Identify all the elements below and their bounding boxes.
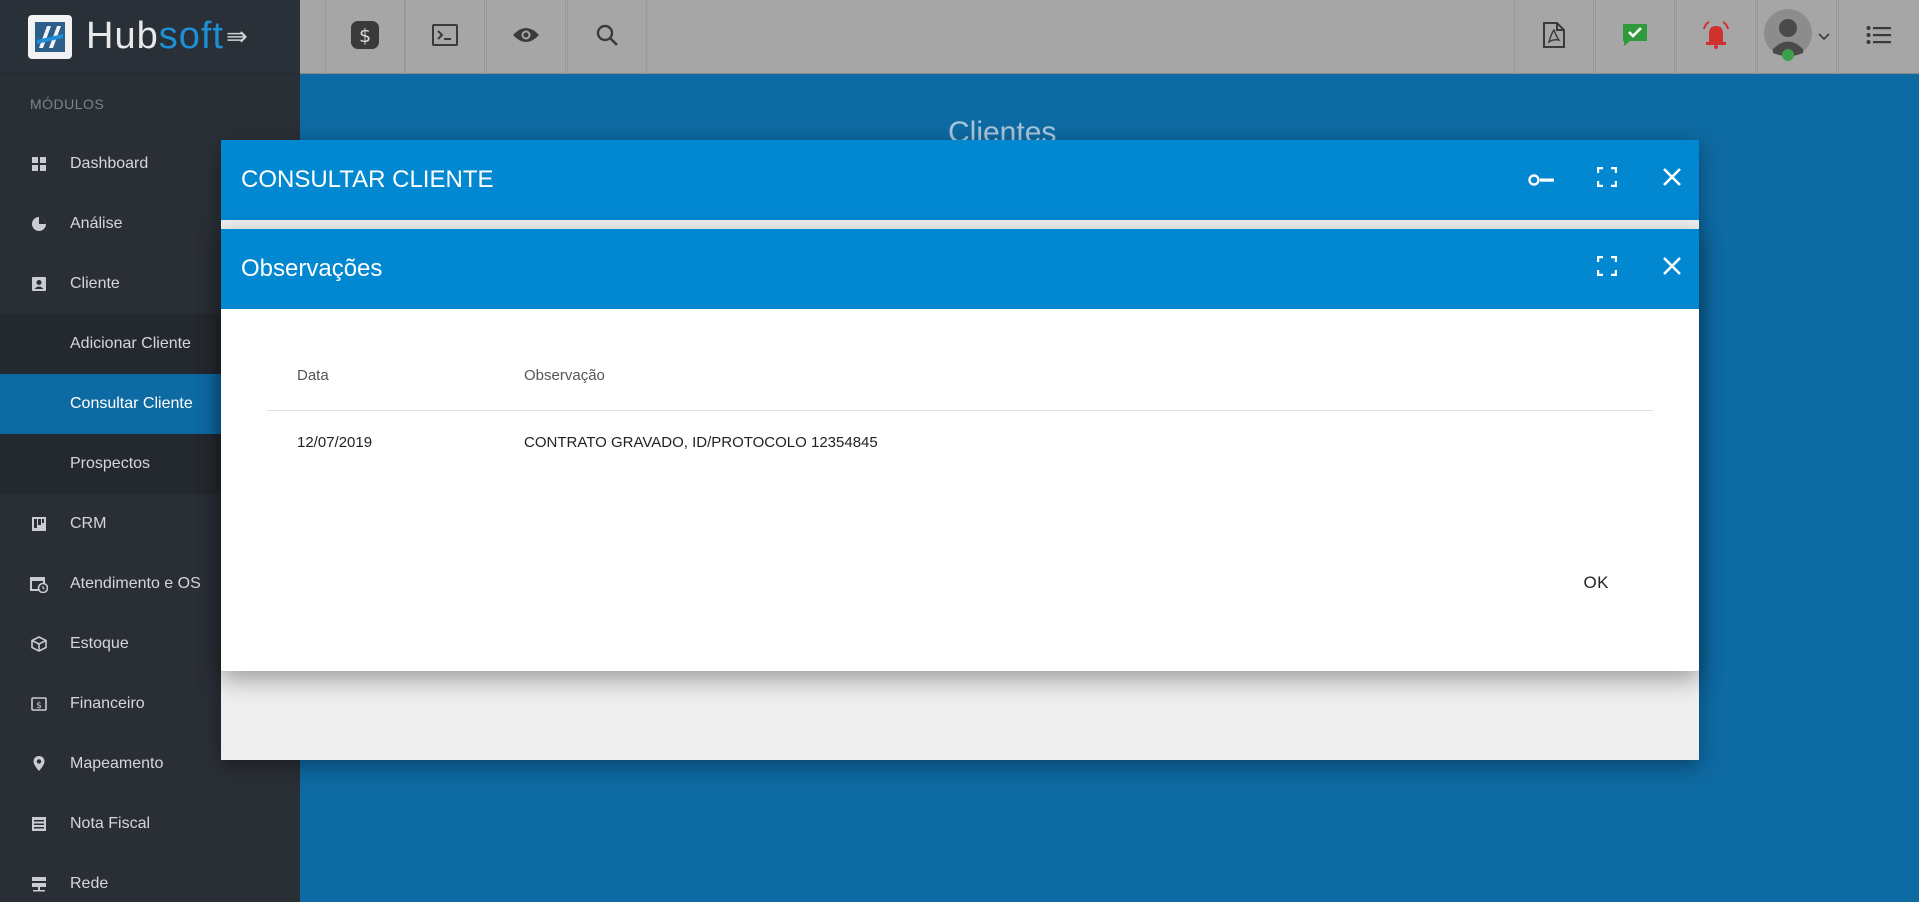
- finance-button[interactable]: $: [325, 0, 405, 74]
- topbar: $: [300, 0, 1919, 74]
- list-menu-icon: [1866, 25, 1892, 50]
- table-row[interactable]: 12/07/2019 CONTRATO GRAVADO, ID/PROTOCOL…: [267, 411, 1653, 473]
- chat-check-icon: [1621, 22, 1649, 53]
- search-button[interactable]: [567, 0, 647, 74]
- document-icon: [30, 815, 48, 833]
- sidebar-item-label: Cliente: [70, 275, 120, 292]
- tasks-button[interactable]: [1595, 0, 1675, 74]
- dollar-icon: $: [350, 20, 380, 55]
- dialog-header: CONSULTAR CLIENTE: [221, 140, 1699, 220]
- brand-name: Hubsoft: [86, 15, 224, 57]
- column-header-observation[interactable]: Observação: [524, 367, 1653, 384]
- dialog-title: Observações: [241, 255, 383, 282]
- alarm-button[interactable]: [1676, 0, 1756, 74]
- sidebar-item-label: Estoque: [70, 635, 129, 652]
- sidebar-item-label: Atendimento e OS: [70, 575, 201, 592]
- fullscreen-icon: [1596, 255, 1618, 283]
- sidebar-item-nota-fiscal[interactable]: Nota Fiscal: [0, 794, 300, 854]
- hubsoft-logo-icon: [28, 14, 72, 59]
- sidebar-item-label: Nota Fiscal: [70, 815, 151, 832]
- svg-text:$: $: [359, 25, 371, 47]
- search-icon: [595, 23, 619, 52]
- kanban-icon: [30, 515, 48, 533]
- pie-chart-icon: [30, 215, 48, 233]
- cell-date: 12/07/2019: [297, 433, 373, 451]
- brand[interactable]: Hubsoft ⇛: [0, 0, 300, 74]
- sidebar-item-label: Financeiro: [70, 695, 145, 712]
- close-icon: [1662, 255, 1682, 283]
- key-button[interactable]: [1517, 140, 1567, 220]
- calendar-clock-icon: [30, 575, 48, 593]
- dialog-header: Observações: [221, 229, 1699, 309]
- fullscreen-button[interactable]: [1582, 140, 1632, 220]
- collapse-sidebar-icon[interactable]: ⇛: [226, 21, 248, 52]
- sidebar-item-label: Rede: [70, 875, 109, 892]
- list-menu-button[interactable]: [1838, 0, 1918, 74]
- pdf-icon: [1543, 21, 1565, 53]
- dashboard-icon: [30, 155, 48, 173]
- close-button[interactable]: [1647, 140, 1697, 220]
- terminal-button[interactable]: [405, 0, 485, 74]
- contact-card-icon: [30, 275, 48, 293]
- eye-icon: [512, 26, 540, 49]
- table-header: Data Observação: [267, 347, 1653, 411]
- fullscreen-icon: [1596, 166, 1618, 194]
- avatar: [1764, 8, 1816, 66]
- sidebar-item-label: Análise: [70, 215, 123, 232]
- close-icon: [1662, 166, 1682, 194]
- sidebar-item-rede[interactable]: Rede: [0, 854, 300, 902]
- sidebar-item-label: Dashboard: [70, 155, 149, 172]
- observations-table: Data Observação 12/07/2019 CONTRATO GRAV…: [267, 347, 1653, 473]
- fullscreen-button[interactable]: [1582, 229, 1632, 309]
- user-menu-button[interactable]: [1757, 0, 1837, 74]
- ok-button[interactable]: OK: [1583, 573, 1609, 593]
- sidebar-item-label: CRM: [70, 515, 107, 532]
- column-header-date[interactable]: Data: [267, 367, 524, 384]
- key-icon: [1528, 166, 1556, 194]
- close-button[interactable]: [1647, 229, 1697, 309]
- view-button[interactable]: [486, 0, 566, 74]
- sidebar-item-label: Mapeamento: [70, 755, 164, 772]
- cell-observation: CONTRATO GRAVADO, ID/PROTOCOLO 12354845: [524, 433, 878, 451]
- svg-text:$: $: [36, 701, 42, 711]
- observacoes-dialog: Observações Data Observação 12/07/2019 C…: [221, 229, 1699, 671]
- pdf-button[interactable]: [1514, 0, 1594, 74]
- money-icon: $: [30, 695, 48, 713]
- modules-label: MÓDULOS: [30, 96, 105, 112]
- terminal-icon: [432, 23, 458, 51]
- chevron-down-icon: [1818, 28, 1830, 46]
- server-icon: [30, 875, 48, 893]
- dialog-title: CONSULTAR CLIENTE: [241, 166, 494, 193]
- map-pin-icon: [30, 755, 48, 773]
- alarm-icon: [1701, 20, 1731, 54]
- box-icon: [30, 635, 48, 653]
